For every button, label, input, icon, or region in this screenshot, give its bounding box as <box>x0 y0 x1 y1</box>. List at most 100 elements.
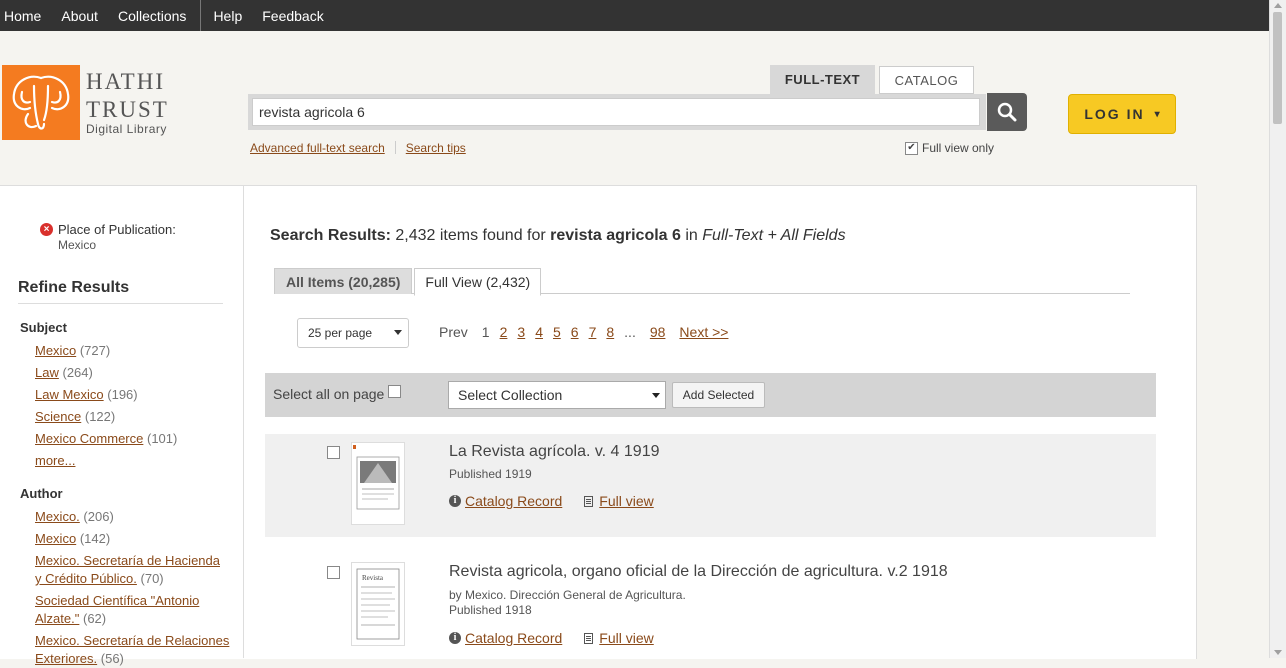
full-view-link[interactable]: Full view <box>599 630 653 646</box>
search-links: Advanced full-text search Search tips <box>250 141 466 155</box>
facet-count: (56) <box>100 651 124 666</box>
result-thumbnail[interactable] <box>351 442 405 525</box>
facet-link[interactable]: Mexico. <box>35 509 80 524</box>
facet-link[interactable]: Science <box>35 409 81 424</box>
scroll-up-icon[interactable] <box>1274 3 1282 8</box>
result-checkbox[interactable] <box>327 566 340 579</box>
document-icon <box>584 632 594 644</box>
facet-link[interactable]: Law Mexico <box>35 387 104 402</box>
per-page-value: 25 per page <box>308 326 373 340</box>
facet-author-item: Mexico (142) <box>35 530 230 548</box>
facet-subject-item: Mexico (727) <box>35 342 230 360</box>
facet-subject-more: more... <box>35 452 230 470</box>
pager-page-link[interactable]: 4 <box>535 324 543 340</box>
nav-collections[interactable]: Collections <box>118 8 198 24</box>
tab-catalog[interactable]: CATALOG <box>879 66 974 94</box>
nav-help[interactable]: Help <box>213 8 254 24</box>
result-item: La Revista agrícola. v. 4 1919 Published… <box>265 434 1156 537</box>
facet-author-item: Mexico. Secretaría de Hacienda y Crédito… <box>35 552 230 588</box>
filter-label: Place of Publication <box>58 222 173 237</box>
pager-current: 1 <box>481 324 490 340</box>
pager-prev: Prev <box>439 324 468 340</box>
nav-feedback[interactable]: Feedback <box>262 8 335 24</box>
pager-last-link[interactable]: 98 <box>650 324 666 340</box>
login-label: LOG IN <box>1084 106 1145 122</box>
search-input[interactable] <box>252 98 980 126</box>
pager-page-link[interactable]: 8 <box>606 324 614 340</box>
full-view-link[interactable]: Full view <box>599 493 653 509</box>
full-view-only-label: Full view only <box>922 141 995 155</box>
results-tabs: All Items (20,285) Full View (2,432) <box>274 268 542 296</box>
facet-more-link[interactable]: more... <box>35 453 75 468</box>
facet-link[interactable]: Mexico <box>35 343 76 358</box>
top-nav: Home About Collections Help Feedback <box>0 0 1286 31</box>
search-tips-link[interactable]: Search tips <box>406 141 466 155</box>
facet-count: (264) <box>62 365 93 380</box>
facet-link[interactable]: Mexico. Secretaría de Hacienda y Crédito… <box>35 553 220 586</box>
nav-home[interactable]: Home <box>4 8 53 24</box>
scroll-down-icon[interactable] <box>1274 650 1282 655</box>
svg-text:Revista: Revista <box>362 574 384 582</box>
result-title[interactable]: La Revista agrícola. v. 4 1919 <box>449 443 660 461</box>
search-icon <box>997 102 1017 122</box>
facet-link[interactable]: Sociedad Científica "Antonio Alzate." <box>35 593 199 626</box>
collection-select-value: Select Collection <box>458 387 563 403</box>
results-count: 2,432 items found for <box>395 227 546 244</box>
advanced-search-link[interactable]: Advanced full-text search <box>250 141 385 155</box>
select-all-checkbox[interactable] <box>388 384 402 398</box>
search-button[interactable] <box>987 93 1027 131</box>
select-all-on-page[interactable]: Select all on page <box>273 384 402 402</box>
tab-full-view[interactable]: Full View (2,432) <box>414 268 542 296</box>
collection-select[interactable]: Select Collection <box>448 381 666 409</box>
catalog-record-link[interactable]: Catalog Record <box>465 493 562 509</box>
info-icon: i <box>449 495 461 507</box>
result-links: i Catalog Record Full view <box>449 630 654 646</box>
elephant-logo-icon <box>2 65 80 140</box>
pager-page-link[interactable]: 7 <box>589 324 597 340</box>
per-page-select[interactable]: 25 per page <box>297 318 409 348</box>
refine-results-heading: Refine Results <box>18 279 223 304</box>
facet-author-heading: Author <box>20 486 63 501</box>
remove-filter-icon[interactable]: × <box>40 223 53 236</box>
facet-link[interactable]: Mexico Commerce <box>35 431 143 446</box>
pager-page-link[interactable]: 3 <box>517 324 525 340</box>
pager-page-link[interactable]: 5 <box>553 324 561 340</box>
tab-full-text[interactable]: FULL-TEXT <box>770 65 875 94</box>
tab-all-items[interactable]: All Items (20,285) <box>274 268 413 294</box>
hathitrust-logo[interactable]: HATHI TRUST Digital Library <box>2 65 169 140</box>
search-links-divider <box>394 141 396 154</box>
logo-word-digital-library: Digital Library <box>86 122 167 136</box>
pager-page-link[interactable]: 6 <box>571 324 579 340</box>
result-checkbox[interactable] <box>327 446 340 459</box>
facet-link[interactable]: Law <box>35 365 59 380</box>
chevron-down-icon <box>394 330 402 335</box>
facet-count: (101) <box>146 431 178 446</box>
pager-ellipsis: ... <box>624 324 636 340</box>
nav-about[interactable]: About <box>61 8 110 24</box>
facet-count: (62) <box>82 611 107 626</box>
scrollbar-thumb[interactable] <box>1273 12 1282 124</box>
results-summary: Search Results: 2,432 items found for re… <box>270 227 846 245</box>
facet-count: (142) <box>79 531 111 546</box>
facet-author-item: Mexico. Secretaría de Relaciones Exterio… <box>35 632 230 668</box>
pager-next-link[interactable]: Next >> <box>679 324 728 340</box>
result-thumbnail[interactable]: Revista <box>351 562 405 646</box>
results-scope: Full-Text + All Fields <box>702 227 846 244</box>
facet-author-item: Mexico. (206) <box>35 508 230 526</box>
catalog-record-link[interactable]: Catalog Record <box>465 630 562 646</box>
facet-author-item: Sociedad Científica "Antonio Alzate." (6… <box>35 592 230 628</box>
pager-page-link[interactable]: 2 <box>500 324 508 340</box>
nav-divider <box>200 0 202 31</box>
info-icon: i <box>449 632 461 644</box>
add-selected-button[interactable]: Add Selected <box>672 382 765 408</box>
page-scrollbar[interactable] <box>1269 0 1286 658</box>
result-item: Revista Revista agricola, organo oficial… <box>265 537 1156 658</box>
result-title[interactable]: Revista agricola, organo oficial de la D… <box>449 563 948 581</box>
full-view-only-checkbox[interactable]: ✔ <box>905 141 918 155</box>
pagination: Prev 1 2 3 4 5 6 7 8 ... 98 Next >> <box>439 324 738 340</box>
full-view-only-option[interactable]: ✔ Full view only <box>905 141 994 155</box>
facet-link[interactable]: Mexico. Secretaría de Relaciones Exterio… <box>35 633 229 666</box>
login-button[interactable]: LOG IN ▾ <box>1068 94 1176 134</box>
facet-link[interactable]: Mexico <box>35 531 76 546</box>
facet-count: (206) <box>83 509 114 524</box>
